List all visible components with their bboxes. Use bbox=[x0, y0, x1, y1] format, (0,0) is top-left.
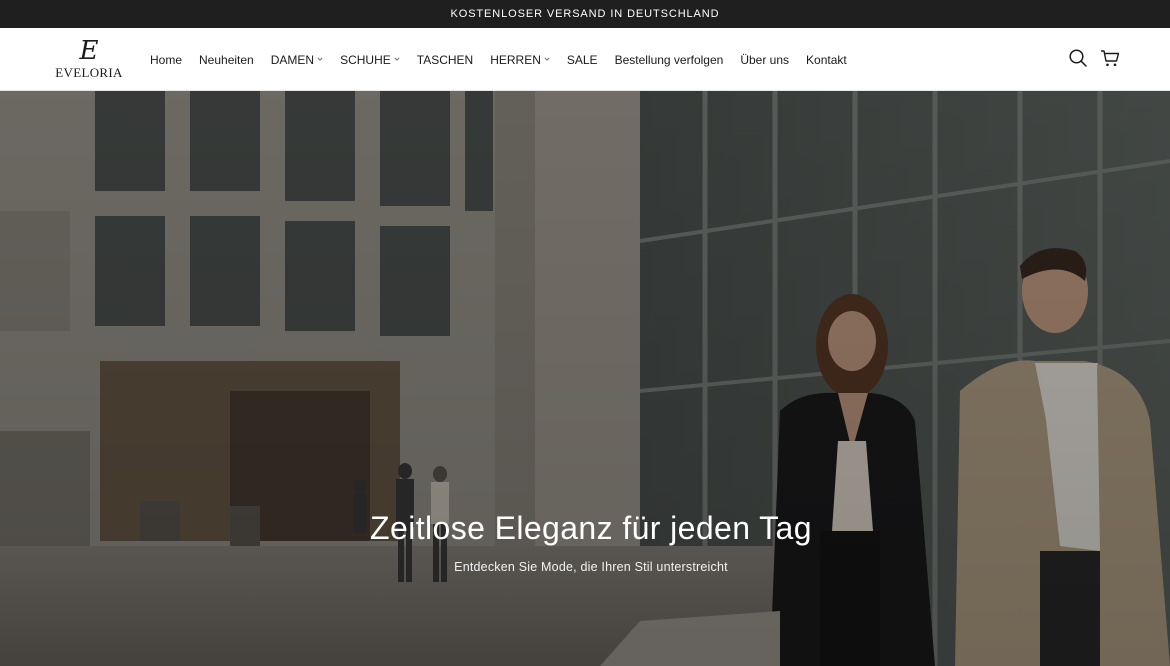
brand-logo[interactable]: E EVELORIA bbox=[52, 38, 126, 82]
hero-subtitle: Entdecken Sie Mode, die Ihren Stil unter… bbox=[454, 560, 728, 574]
cart-button[interactable] bbox=[1100, 48, 1120, 68]
cart-icon bbox=[1101, 50, 1120, 67]
chevron-down-icon bbox=[317, 56, 323, 61]
nav-home[interactable]: Home bbox=[150, 53, 182, 67]
nav-damen[interactable]: DAMEN bbox=[271, 53, 323, 67]
chevron-down-icon bbox=[394, 56, 400, 61]
main-navigation: Home Neuheiten DAMEN SCHUHE TASCHEN HERR… bbox=[150, 28, 847, 91]
nav-label: Home bbox=[150, 52, 183, 67]
logo-wordmark: EVELORIA bbox=[55, 65, 123, 80]
nav-label: Kontakt bbox=[806, 52, 847, 67]
announcement-bar: KOSTENLOSER VERSAND IN DEUTSCHLAND bbox=[0, 0, 1170, 28]
hero-banner: Zeitlose Eleganz für jeden Tag Entdecken… bbox=[0, 91, 1170, 666]
chevron-down-icon bbox=[544, 56, 550, 61]
nav-neuheiten[interactable]: Neuheiten bbox=[199, 53, 254, 67]
header-actions bbox=[1068, 48, 1120, 68]
search-icon bbox=[1069, 49, 1087, 67]
nav-label: DAMEN bbox=[270, 52, 315, 67]
logo-mark: E bbox=[79, 36, 99, 66]
nav-label: TASCHEN bbox=[416, 52, 474, 67]
nav-bestellung-verfolgen[interactable]: Bestellung verfolgen bbox=[615, 53, 724, 67]
nav-ueber-uns[interactable]: Über uns bbox=[740, 53, 789, 67]
nav-label: Neuheiten bbox=[199, 52, 254, 67]
announcement-text: KOSTENLOSER VERSAND IN DEUTSCHLAND bbox=[450, 8, 720, 20]
nav-label: SALE bbox=[566, 52, 598, 67]
site-header: E EVELORIA Home Neuheiten DAMEN SCHUHE T… bbox=[0, 28, 1170, 91]
nav-label: Bestellung verfolgen bbox=[614, 52, 724, 67]
nav-label: HERREN bbox=[490, 52, 541, 67]
nav-kontakt[interactable]: Kontakt bbox=[806, 53, 847, 67]
nav-herren[interactable]: HERREN bbox=[490, 53, 550, 67]
hero-title: Zeitlose Eleganz für jeden Tag bbox=[370, 510, 812, 546]
nav-label: SCHUHE bbox=[340, 52, 391, 67]
nav-label: Über uns bbox=[740, 52, 790, 67]
hero-overlay bbox=[0, 91, 1170, 666]
search-button[interactable] bbox=[1068, 48, 1088, 68]
nav-sale[interactable]: SALE bbox=[567, 53, 598, 67]
nav-taschen[interactable]: TASCHEN bbox=[417, 53, 473, 67]
nav-schuhe[interactable]: SCHUHE bbox=[340, 53, 400, 67]
